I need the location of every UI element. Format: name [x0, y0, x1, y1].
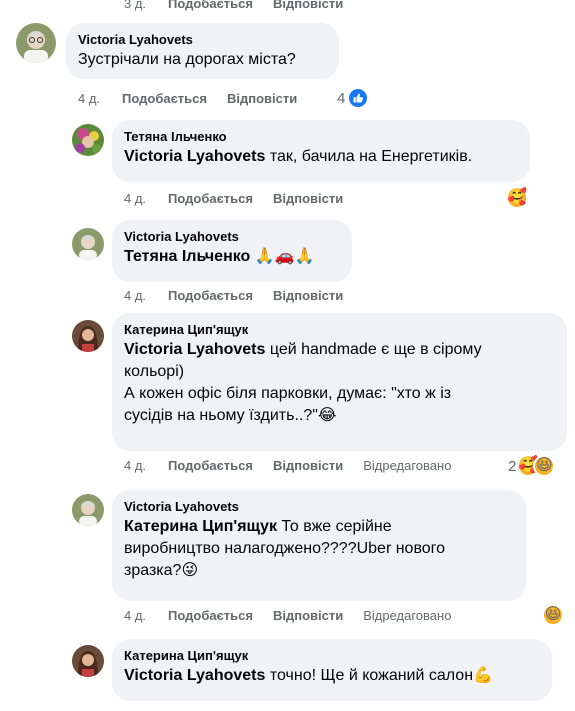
avatar[interactable]	[72, 645, 104, 677]
comment-text: Victoria Lyahovets точно! Ще й кожаний с…	[124, 667, 493, 684]
avatar[interactable]	[72, 320, 104, 352]
reply-button[interactable]: Відповісти	[273, 608, 343, 624]
comment-bubble: Тетяна Ільченко Victoria Lyahovets так, …	[112, 120, 530, 182]
care-reaction-icon: 🥰	[506, 187, 528, 209]
laugh-reaction-icon: 😆	[533, 455, 556, 477]
comment-text: Victoria Lyahovets так, бачила на Енерге…	[124, 148, 473, 165]
reaction-summary[interactable]: 4	[337, 87, 370, 109]
comment-author[interactable]: Victoria Lyahovets	[124, 228, 340, 246]
avatar[interactable]	[16, 23, 56, 63]
comment-author[interactable]: Катерина Цип'ящук	[124, 647, 540, 665]
reaction-count: 4	[337, 89, 346, 107]
reaction-summary[interactable]: 2 🥰 😆	[508, 455, 556, 477]
comment-actions: 4 д. Подобається Відповісти	[78, 91, 297, 107]
avatar[interactable]	[72, 228, 104, 260]
comment-text: Victoria Lyahovets цей handmade є ще в с…	[124, 341, 482, 424]
comment-author[interactable]: Victoria Lyahovets	[124, 498, 514, 516]
edited-label[interactable]: Відредаговано	[363, 458, 451, 474]
like-button[interactable]: Подобається	[168, 608, 253, 624]
comment-bubble: Катерина Цип'ящук Victoria Lyahovets цей…	[112, 313, 567, 451]
reaction-summary[interactable]: 😆	[542, 604, 564, 626]
reaction-summary[interactable]: 🥰	[506, 187, 528, 209]
comment-actions: 4 д. Подобається Відповісти Відредагован…	[124, 608, 451, 624]
comment-time[interactable]: 4 д.	[124, 458, 146, 474]
comment-bubble: Катерина Цип'ящук Victoria Lyahovets точ…	[112, 639, 552, 701]
comment-time[interactable]: 4 д.	[124, 288, 146, 304]
comment-actions: 4 д. Подобається Відповісти	[124, 288, 343, 304]
comment-actions: 4 д. Подобається Відповісти Відредагован…	[124, 458, 451, 474]
comment-actions: 4 д. Подобається Відповісти	[124, 191, 343, 207]
comment-text: Катерина Цип'ящук То вже серійне виробни…	[124, 518, 446, 579]
comment-time[interactable]: 4 д.	[124, 608, 146, 624]
comment-time[interactable]: 3 д.	[124, 0, 146, 12]
comment-actions-top: 3 д. Подобається Відповісти	[124, 0, 343, 12]
reply-button[interactable]: Відповісти	[273, 0, 343, 12]
mention-link[interactable]: Victoria Lyahovets	[124, 341, 265, 358]
like-button[interactable]: Подобається	[122, 91, 207, 107]
comment-bubble: Victoria Lyahovets Тетяна Ільченко 🙏🚗🙏	[112, 220, 352, 282]
like-button[interactable]: Подобається	[168, 458, 253, 474]
mention-link[interactable]: Катерина Цип'ящук	[124, 518, 277, 535]
comment-time[interactable]: 4 д.	[78, 91, 100, 107]
like-button[interactable]: Подобається	[168, 0, 253, 12]
comment-author[interactable]: Тетяна Ільченко	[124, 128, 518, 146]
comment-time[interactable]: 4 д.	[124, 191, 146, 207]
comment-bubble: Victoria Lyahovets Катерина Цип'ящук То …	[112, 490, 526, 601]
comment-author[interactable]: Катерина Цип'ящук	[124, 321, 555, 339]
reply-button[interactable]: Відповісти	[273, 288, 343, 304]
reaction-count: 2	[508, 457, 517, 475]
comment-author[interactable]: Victoria Lyahovets	[78, 31, 327, 49]
reply-button[interactable]: Відповісти	[273, 458, 343, 474]
mention-link[interactable]: Victoria Lyahovets	[124, 667, 265, 684]
laugh-reaction-icon: 😆	[542, 604, 564, 626]
edited-label[interactable]: Відредаговано	[363, 608, 451, 624]
reply-button[interactable]: Відповісти	[227, 91, 297, 107]
comment-text: Тетяна Ільченко 🙏🚗🙏	[124, 248, 315, 265]
like-button[interactable]: Подобається	[168, 191, 253, 207]
avatar[interactable]	[72, 494, 104, 526]
avatar[interactable]	[72, 124, 104, 156]
comment-text: Зустрічали на дорогах міста?	[78, 51, 296, 68]
comment-bubble: Victoria Lyahovets Зустрічали на дорогах…	[66, 23, 339, 79]
like-button[interactable]: Подобається	[168, 288, 253, 304]
reply-button[interactable]: Відповісти	[273, 191, 343, 207]
mention-link[interactable]: Тетяна Ільченко	[124, 248, 250, 265]
thumbs-up-icon	[347, 87, 370, 109]
mention-link[interactable]: Victoria Lyahovets	[124, 148, 265, 165]
